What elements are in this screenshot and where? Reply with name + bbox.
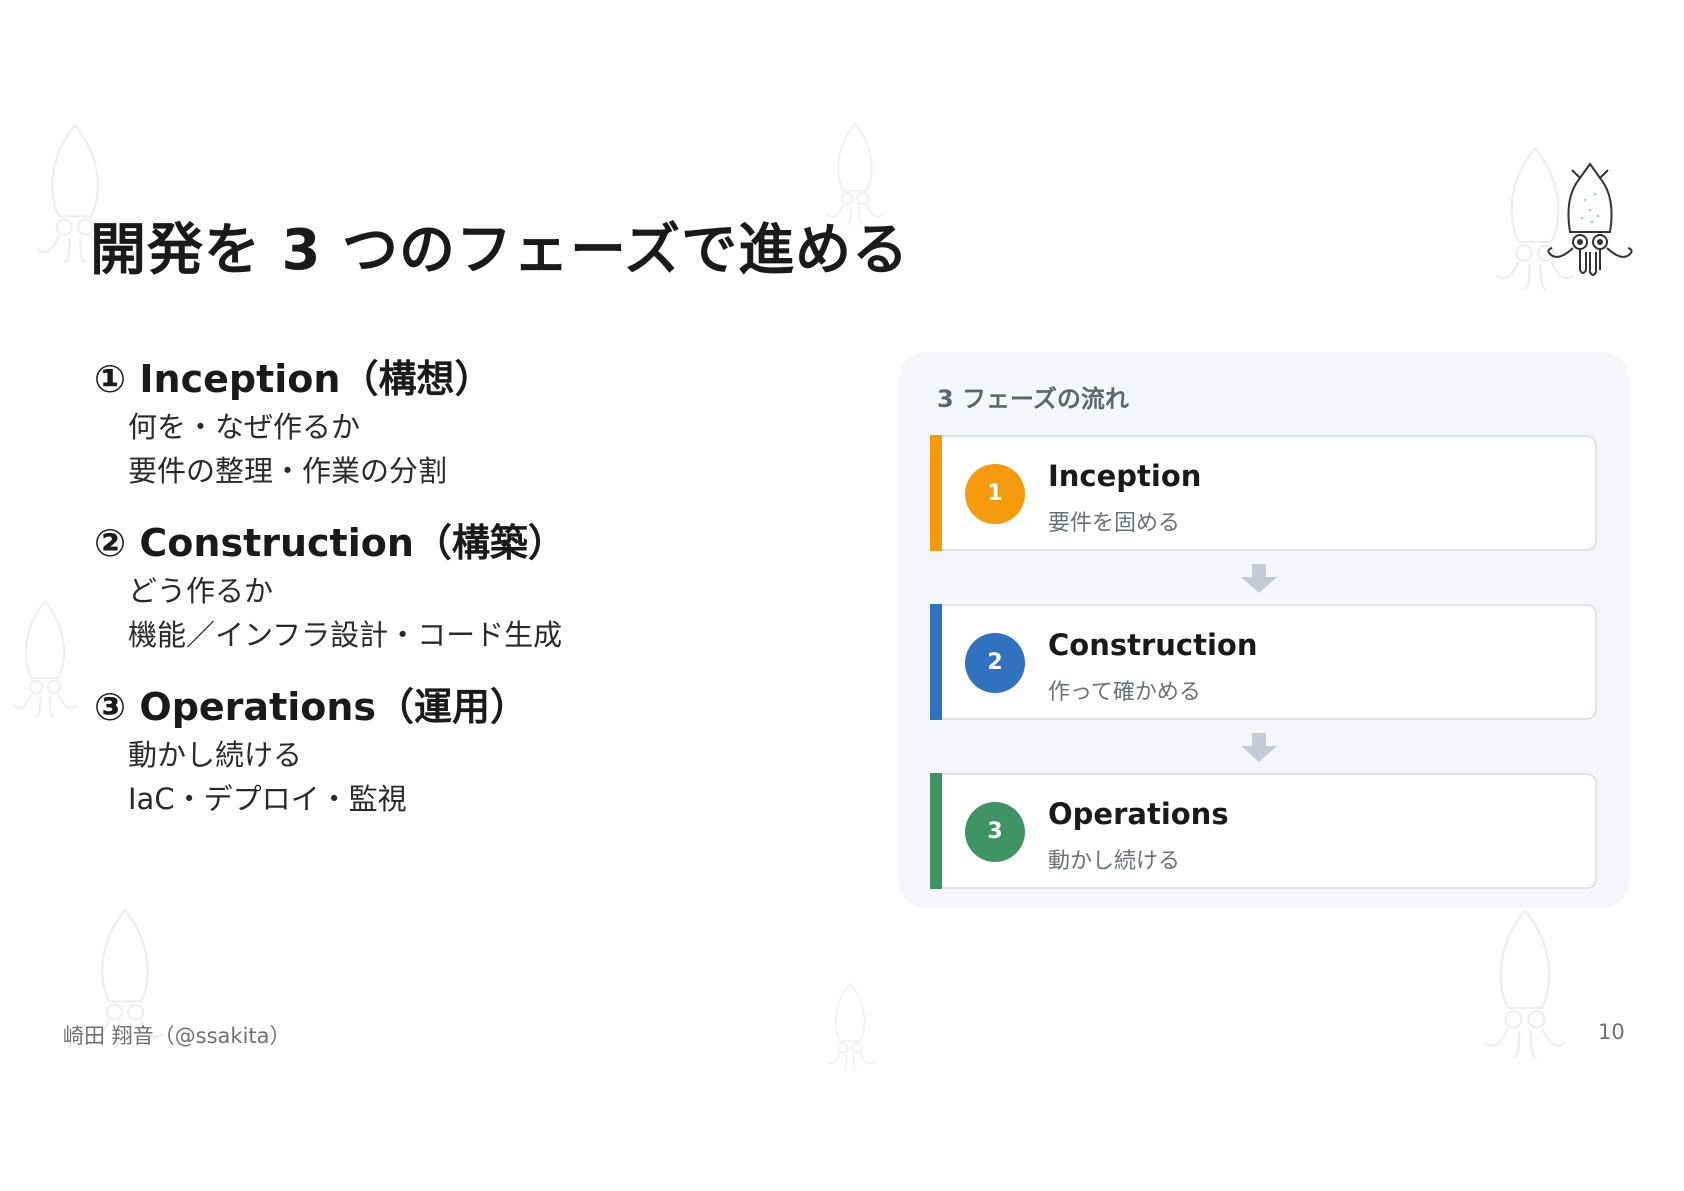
phase-card-name: Inception xyxy=(1048,459,1202,493)
phase-description: 動かし続ける xyxy=(128,738,303,772)
phase-heading: ③ Operations（運用） xyxy=(94,685,529,729)
phase-description: 機能／インフラ設計・コード生成 xyxy=(128,618,563,652)
phase-card-inception: 1 Inception 要件を固める xyxy=(930,435,1597,551)
slide-title: 開発を 3 つのフェーズで進める xyxy=(90,218,910,283)
arrow-down-icon xyxy=(1241,564,1277,593)
phase-card-description: 要件を固める xyxy=(1048,511,1181,536)
phase-description: IaC・デプロイ・監視 xyxy=(128,782,407,816)
phase-description: 何を・なぜ作るか xyxy=(128,410,361,444)
phase-heading: ① Inception（構想） xyxy=(94,357,493,401)
phase-number-badge: 3 xyxy=(965,802,1025,862)
slide: 開発を 3 つのフェーズで進める ① Inception（構想） 何を・なぜ作る… xyxy=(0,0,1684,1191)
phase-card-name: Construction xyxy=(1048,628,1258,662)
phase-number-badge: 1 xyxy=(965,464,1025,524)
footer-author: 崎田 翔音（@ssakita） xyxy=(63,1024,291,1048)
phase-card-name: Operations xyxy=(1048,797,1229,831)
phase-card-description: 作って確かめる xyxy=(1048,680,1201,705)
phase-color-bar xyxy=(930,773,942,889)
phase-card-operations: 3 Operations 動かし続ける xyxy=(930,773,1597,889)
phase-item: ① Inception（構想） 何を・なぜ作るか 要件の整理・作業の分割 xyxy=(94,353,854,493)
phase-item: ② Construction（構築） どう作るか 機能／インフラ設計・コード生成 xyxy=(94,517,854,657)
phase-flow-panel: 3 フェーズの流れ 1 Inception 要件を固める 2 Construct… xyxy=(899,352,1629,908)
phase-number-badge: 2 xyxy=(965,633,1025,693)
page-number: 10 xyxy=(1598,1020,1625,1044)
phase-description: 要件の整理・作業の分割 xyxy=(128,454,448,488)
squid-logo-icon xyxy=(1547,162,1633,276)
phase-description: どう作るか xyxy=(128,574,274,608)
phase-card-construction: 2 Construction 作って確かめる xyxy=(930,604,1597,720)
phase-color-bar xyxy=(930,604,942,720)
panel-title: 3 フェーズの流れ xyxy=(937,385,1129,413)
squid-watermark-icon xyxy=(825,982,875,1071)
phase-heading: ② Construction（構築） xyxy=(94,521,566,565)
phase-item: ③ Operations（運用） 動かし続ける IaC・デプロイ・監視 xyxy=(94,681,854,821)
squid-watermark-icon xyxy=(12,600,78,717)
phase-card-description: 動かし続ける xyxy=(1048,849,1181,874)
arrow-down-icon xyxy=(1241,733,1277,762)
phase-list: ① Inception（構想） 何を・なぜ作るか 要件の整理・作業の分割 ② C… xyxy=(94,353,854,845)
squid-watermark-icon xyxy=(1484,908,1566,1058)
phase-color-bar xyxy=(930,435,942,551)
